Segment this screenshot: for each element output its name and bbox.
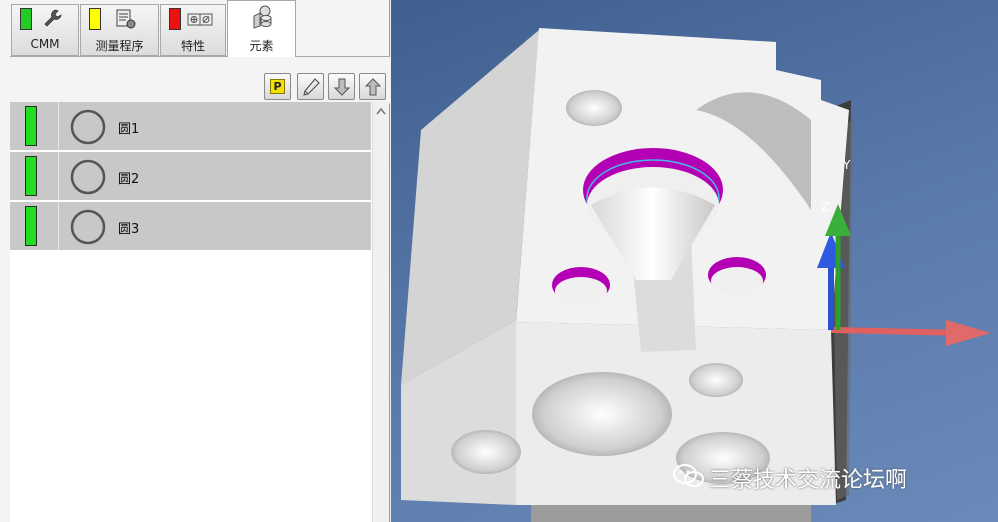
divider — [58, 102, 59, 150]
cad-viewport[interactable]: Y Z 三蔡技术交流论坛啊 — [391, 0, 998, 522]
program-doc-icon — [115, 8, 136, 30]
element-toolbar: P — [10, 56, 390, 104]
divider — [58, 202, 59, 250]
part-model — [401, 28, 991, 522]
tab-bar: CMM 测量程序 特性 元素 — [10, 0, 390, 57]
list-item[interactable]: 圆1 — [10, 102, 371, 152]
tab-measurement-program[interactable]: 测量程序 — [80, 4, 159, 56]
move-down-button[interactable] — [328, 73, 355, 100]
element-label: 圆1 — [118, 122, 140, 137]
status-indicator-green — [25, 156, 37, 196]
p-icon: P — [270, 79, 285, 94]
edit-button[interactable] — [297, 73, 324, 100]
wrench-icon — [42, 8, 62, 30]
circle-icon — [70, 109, 106, 149]
status-indicator-red — [169, 8, 181, 30]
circle-icon — [70, 209, 106, 249]
list-scrollbar[interactable] — [372, 102, 389, 522]
move-up-button[interactable] — [359, 73, 386, 100]
tab-characteristics[interactable]: 特性 — [160, 4, 226, 56]
status-indicator-green — [25, 106, 37, 146]
tab-label: 特性 — [180, 39, 205, 53]
element-label: 圆3 — [118, 222, 140, 237]
status-indicator-green — [20, 8, 32, 30]
scroll-up-arrow-icon[interactable] — [374, 104, 388, 118]
status-indicator-yellow — [89, 8, 101, 30]
element-shapes-icon — [250, 4, 276, 29]
divider — [58, 152, 59, 200]
element-panel: CMM 测量程序 特性 元素 P 圆1 圆2 圆3 — [0, 0, 390, 522]
watermark: 三蔡技术交流论坛啊 — [709, 468, 908, 493]
circle-icon — [70, 159, 106, 199]
tab-elements[interactable]: 元素 — [227, 0, 296, 57]
tab-label: CMM — [30, 37, 60, 51]
tab-label: 测量程序 — [95, 39, 144, 53]
axis-label-y: Y — [843, 158, 851, 172]
axis-label-z: Z — [821, 200, 830, 214]
status-indicator-green — [25, 206, 37, 246]
tab-cmm[interactable]: CMM — [11, 4, 79, 56]
list-item[interactable]: 圆3 — [10, 202, 371, 252]
element-list: 圆1 圆2 圆3 — [10, 102, 372, 522]
p-button[interactable]: P — [264, 73, 291, 100]
tab-label: 元素 — [249, 39, 274, 53]
tolerance-icon — [187, 8, 213, 30]
list-item[interactable]: 圆2 — [10, 152, 371, 202]
wechat-icon — [673, 463, 705, 493]
element-label: 圆2 — [118, 172, 140, 187]
